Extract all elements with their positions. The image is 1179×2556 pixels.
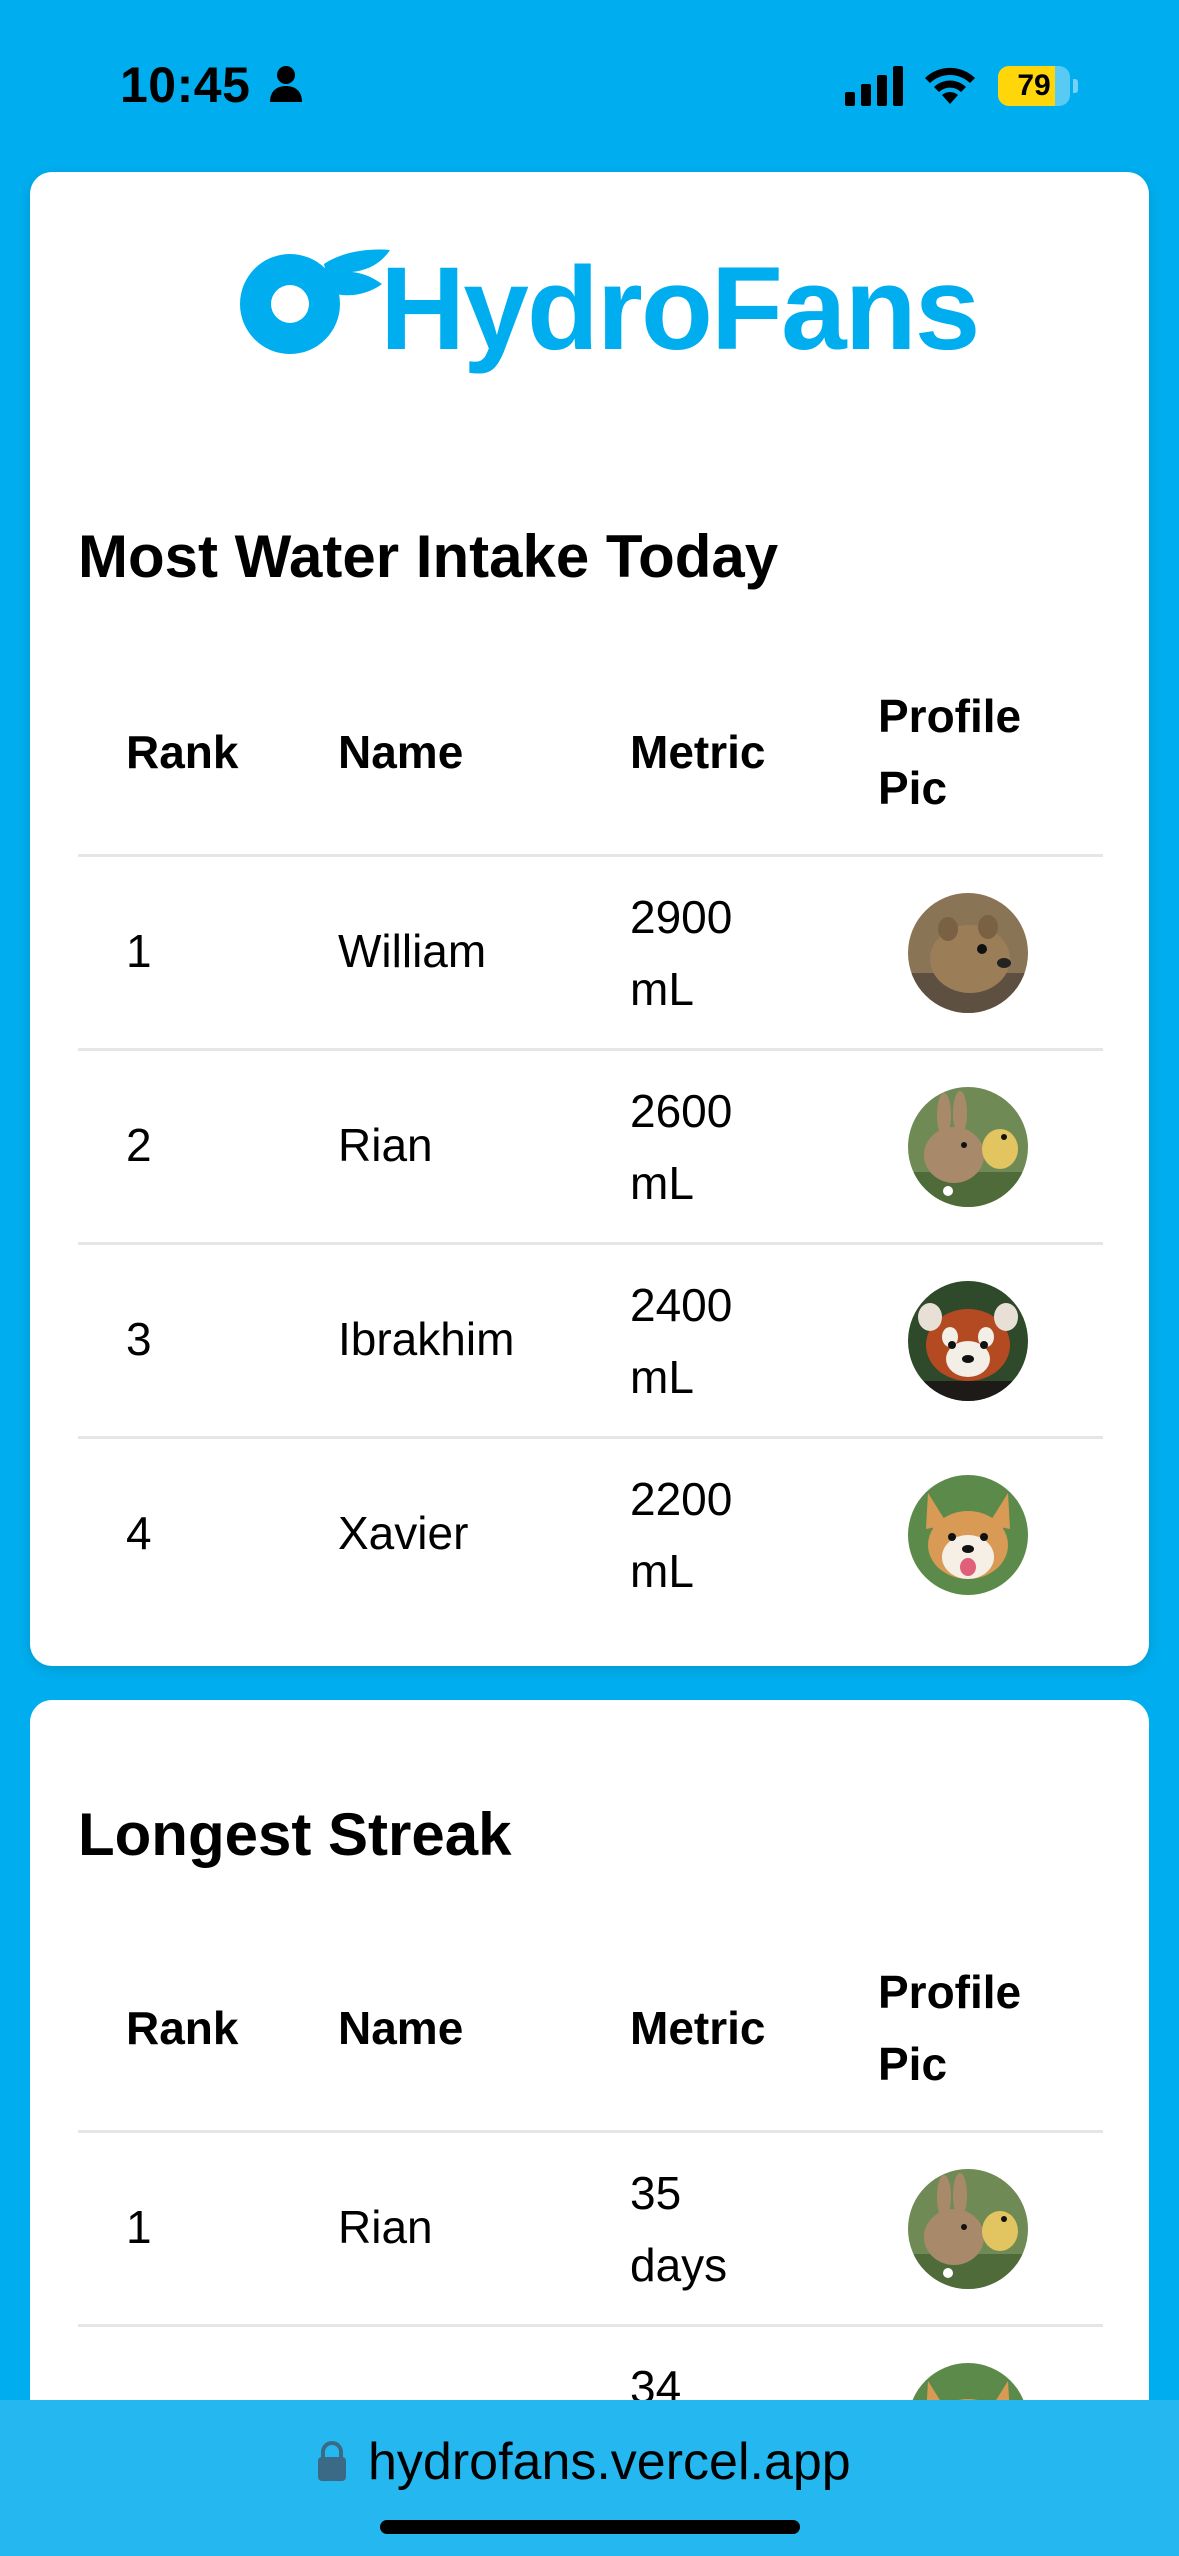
name-cell: Ibrakhim (338, 1313, 515, 1365)
name-cell: William (338, 925, 487, 977)
header-profile-pic: Profile Pic (878, 690, 1022, 814)
battery-level: 79 (1017, 69, 1051, 102)
rank-cell: 1 (126, 925, 152, 977)
avatar-bunny-and-chick (908, 2169, 1028, 2289)
header-metric: Metric (630, 726, 766, 778)
url-text[interactable]: hydrofans.vercel.app (368, 2432, 851, 2492)
section-title-water: Most Water Intake Today (78, 523, 779, 590)
rank-cell: 1 (126, 2201, 152, 2253)
browser-url-bar[interactable]: hydrofans.vercel.app (0, 2400, 1179, 2556)
avatar-red-panda (908, 1281, 1028, 1401)
rank-cell: 4 (126, 1507, 152, 1559)
header-rank: Rank (126, 726, 239, 778)
header-profile-pic: Profile Pic (878, 1966, 1022, 2090)
avatar-quokka (908, 893, 1028, 1013)
metric-cell: 35 days (630, 2167, 728, 2291)
metric-cell: 2400 mL (630, 1279, 733, 1403)
home-indicator[interactable] (380, 2520, 800, 2534)
name-cell: Rian (338, 1119, 433, 1171)
table-header: Rank Name Metric Profile Pic (78, 652, 1103, 857)
logo-text: HydroFans (380, 243, 980, 375)
cellular-signal-icon (845, 66, 903, 106)
avatar-corgi (908, 1475, 1028, 1595)
table-row: 3 Ibrakhim 2400 mL (78, 1245, 1103, 1439)
avatar-bunny-and-chick (908, 1087, 1028, 1207)
table-row: 1 William 2900 mL (78, 857, 1103, 1051)
lock-icon (318, 2441, 346, 2481)
wifi-icon (925, 67, 975, 104)
status-bar: 10:45 79 (0, 0, 1179, 170)
name-cell: Rian (338, 2201, 433, 2253)
rank-cell: 2 (126, 1119, 152, 1171)
hydrofans-logo[interactable]: HydroFans (202, 244, 1002, 374)
header-rank: Rank (126, 2002, 239, 2054)
metric-cell: 2600 mL (630, 1085, 733, 1209)
battery-icon: 79 (998, 66, 1078, 106)
table-row: 4 Xavier 2200 mL (78, 1439, 1103, 1633)
metric-cell: 2200 mL (630, 1473, 733, 1597)
rank-cell: 3 (126, 1313, 152, 1365)
name-cell: Xavier (338, 1507, 469, 1559)
water-table: Rank Name Metric Profile Pic 1 William 2… (78, 652, 1103, 1633)
leaderboard-card-water: HydroFans Most Water Intake Today Rank N… (30, 172, 1149, 1666)
metric-cell: 2900 mL (630, 891, 733, 1015)
status-time: 10:45 (120, 57, 251, 113)
table-header: Rank Name Metric Profile Pic (78, 1928, 1103, 2133)
person-icon (270, 66, 302, 102)
header-metric: Metric (630, 2002, 766, 2054)
table-row: 1 Rian 35 days (78, 2133, 1103, 2327)
logo-mark-icon (240, 249, 390, 354)
section-title-streak: Longest Streak (78, 1801, 512, 1868)
table-row: 2 Rian 2600 mL (78, 1051, 1103, 1245)
header-name: Name (338, 2002, 464, 2054)
header-name: Name (338, 726, 464, 778)
